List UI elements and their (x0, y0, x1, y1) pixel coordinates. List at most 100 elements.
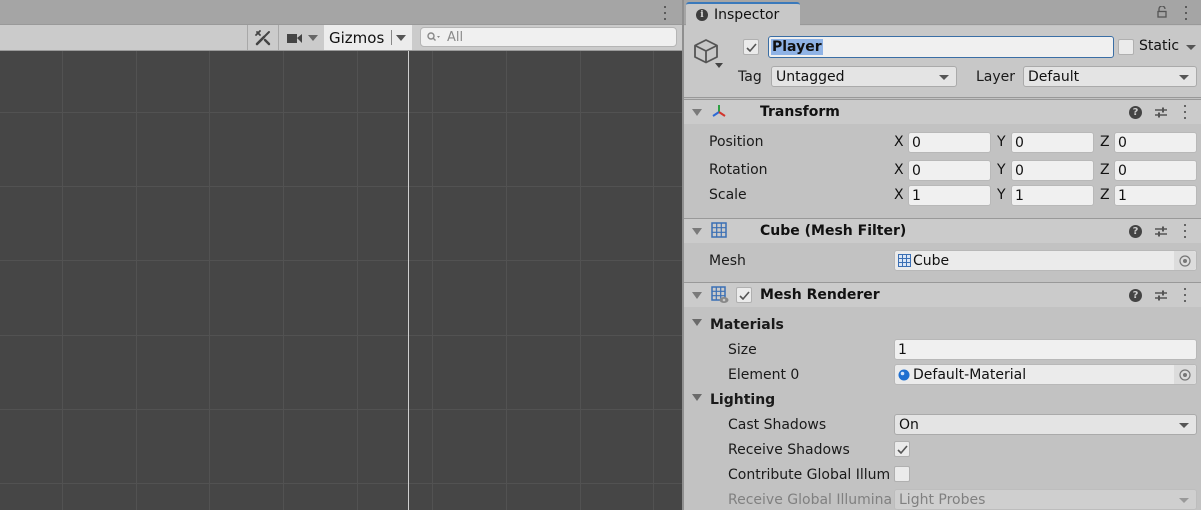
tools-button[interactable] (247, 25, 278, 50)
layer-dropdown[interactable]: Default (1023, 66, 1197, 87)
chevron-down-icon (307, 34, 318, 41)
static-dropdown-icon[interactable] (1186, 45, 1196, 50)
help-icon[interactable]: ? (1129, 225, 1142, 238)
cast-shadows-label: Cast Shadows (728, 417, 827, 433)
camera-icon (286, 33, 302, 43)
gizmos-label: Gizmos (329, 28, 385, 47)
grid-line (506, 51, 507, 510)
contribute-gi-checkbox[interactable] (894, 466, 910, 482)
checkmark-icon (745, 42, 757, 52)
active-checkbox[interactable] (743, 39, 759, 55)
divider (391, 30, 392, 45)
grid-line (136, 51, 137, 510)
inspector-tab-bar: i Inspector (684, 0, 1201, 26)
tab-inspector[interactable]: i Inspector (686, 2, 800, 26)
materials-foldout-icon[interactable] (692, 319, 702, 326)
lighting-label[interactable]: Lighting (710, 392, 775, 408)
scale-y-input[interactable]: 1 (1011, 185, 1094, 206)
icon-dropdown-icon[interactable] (715, 63, 723, 68)
mesh-filter-header[interactable]: Cube (Mesh Filter) ? (684, 218, 1201, 243)
scale-y-value: 1 (1015, 187, 1024, 204)
chevron-down-icon (1179, 423, 1189, 428)
position-x-input[interactable]: 0 (908, 132, 991, 153)
tag-value: Untagged (776, 68, 845, 85)
element0-label: Element 0 (728, 367, 800, 383)
help-icon[interactable]: ? (1129, 106, 1142, 119)
gameobject-cube-icon[interactable] (693, 38, 719, 64)
presets-icon[interactable] (1154, 225, 1168, 238)
grid-line (0, 483, 682, 484)
receive-gi-value: Light Probes (899, 491, 986, 508)
grid-line (209, 51, 210, 510)
mesh-value: Cube (913, 252, 950, 269)
static-checkbox[interactable] (1118, 39, 1134, 55)
checkmark-icon (896, 444, 908, 454)
chevron-down-icon (1179, 498, 1189, 503)
checkmark-icon (738, 290, 750, 300)
contribute-gi-label: Contribute Global Illum (728, 467, 891, 483)
position-y-input[interactable]: 0 (1011, 132, 1094, 153)
foldout-icon[interactable] (692, 109, 702, 116)
grid-line (580, 51, 581, 510)
object-picker-button[interactable] (1174, 251, 1196, 270)
rotation-z-input[interactable]: 0 (1114, 160, 1197, 181)
foldout-icon[interactable] (692, 292, 702, 299)
receive-gi-label: Receive Global Illumina (728, 492, 892, 508)
mesh-renderer-title: Mesh Renderer (760, 287, 880, 303)
presets-icon[interactable] (1154, 289, 1168, 302)
object-picker-button[interactable] (1174, 365, 1196, 384)
mesh-filter-icon (711, 222, 727, 238)
scale-label: Scale (709, 187, 747, 203)
materials-label[interactable]: Materials (710, 317, 784, 333)
rotation-y-input[interactable]: 0 (1011, 160, 1094, 181)
element0-object-field[interactable]: Default-Material (894, 364, 1197, 385)
scale-z-input[interactable]: 1 (1114, 185, 1197, 206)
component-menu-icon[interactable] (1183, 105, 1187, 119)
materials-size-input[interactable]: 1 (894, 339, 1197, 360)
lighting-foldout-icon[interactable] (692, 394, 702, 401)
gameobject-name-input[interactable]: Player (768, 36, 1114, 58)
scene-menu-icon[interactable] (663, 6, 667, 20)
grid-line (62, 51, 63, 510)
rotation-x-input[interactable]: 0 (908, 160, 991, 181)
presets-icon[interactable] (1154, 106, 1168, 119)
z-label: Z (1100, 134, 1110, 150)
component-menu-icon[interactable] (1183, 224, 1187, 238)
scene-view: Gizmos All (0, 0, 682, 510)
y-label: Y (997, 134, 1006, 150)
lock-icon[interactable] (1156, 6, 1168, 18)
transform-header[interactable]: Transform ? (684, 99, 1201, 124)
inspector-menu-icon[interactable] (1184, 6, 1188, 20)
mesh-filter-body: Mesh Cube (684, 244, 1201, 281)
receive-shadows-checkbox[interactable] (894, 441, 910, 457)
camera-button[interactable] (278, 25, 324, 50)
tag-dropdown[interactable]: Untagged (771, 66, 957, 87)
mesh-label: Mesh (709, 253, 746, 269)
grid-line (0, 409, 682, 410)
mesh-renderer-enabled-checkbox[interactable] (736, 287, 752, 303)
z-label: Z (1100, 187, 1110, 203)
grid-line (0, 335, 682, 336)
chevron-down-icon (939, 75, 949, 80)
scene-viewport[interactable] (0, 51, 682, 510)
scale-x-input[interactable]: 1 (908, 185, 991, 206)
grid-line (357, 51, 358, 510)
tab-inspector-label: Inspector (714, 7, 780, 23)
foldout-icon[interactable] (692, 228, 702, 235)
scene-search-input[interactable]: All (420, 27, 677, 47)
grid-line (283, 51, 284, 510)
mesh-icon (898, 254, 911, 267)
mesh-renderer-header[interactable]: Mesh Renderer ? (684, 282, 1201, 307)
help-icon[interactable]: ? (1129, 289, 1142, 302)
rotation-z-value: 0 (1118, 162, 1127, 179)
receive-gi-dropdown: Light Probes (894, 489, 1197, 510)
position-z-input[interactable]: 0 (1114, 132, 1197, 153)
mesh-renderer-icon (711, 286, 729, 303)
gizmos-dropdown[interactable]: Gizmos (324, 25, 412, 50)
rotation-y-value: 0 (1015, 162, 1024, 179)
mesh-object-field[interactable]: Cube (894, 250, 1197, 271)
component-menu-icon[interactable] (1183, 288, 1187, 302)
cast-shadows-dropdown[interactable]: On (894, 414, 1197, 435)
chevron-down-icon[interactable] (396, 35, 406, 41)
material-icon (898, 369, 910, 380)
